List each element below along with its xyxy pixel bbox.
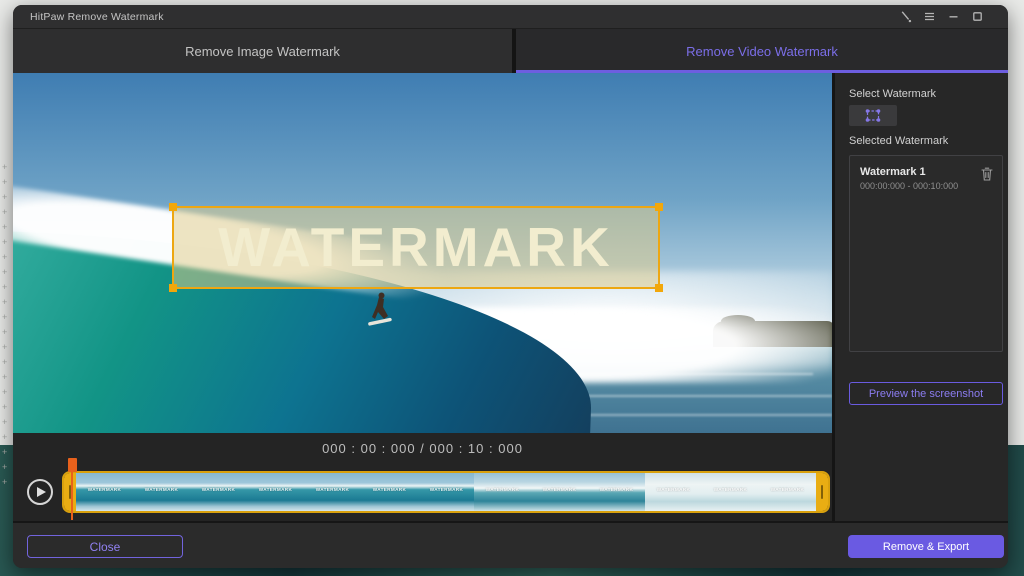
menu-icon[interactable] — [923, 10, 936, 23]
window-title: HitPaw Remove Watermark — [30, 11, 164, 23]
selected-watermark-list: Watermark 1 000:00:000 - 000:10:000 — [849, 155, 1003, 352]
watermark-item-name: Watermark 1 — [860, 166, 958, 178]
ruler-plus-mark: + — [2, 298, 7, 307]
resize-handle-top-left[interactable] — [169, 203, 177, 211]
filmstrip-thumbnail: WATERMARK — [588, 473, 645, 511]
ruler-plus-mark: + — [2, 178, 7, 187]
ruler-plus-mark: + — [2, 193, 7, 202]
window-controls — [899, 10, 984, 23]
filmstrip-thumbnail: WATERMARK — [133, 473, 190, 511]
resize-handle-bottom-right[interactable] — [655, 284, 663, 292]
tab-bar: Remove Image Watermark Remove Video Wate… — [13, 29, 1008, 73]
pen-icon[interactable] — [899, 10, 912, 23]
ruler-plus-mark: + — [2, 238, 7, 247]
filmstrip-thumbnail: WATERMARK — [645, 473, 702, 511]
timeline: WATERMARKWATERMARKWATERMARKWATERMARKWATE… — [13, 463, 832, 521]
timecode-text: 000 : 00 : 000 / 000 : 10 : 000 — [322, 441, 523, 456]
preview-screenshot-button[interactable]: Preview the screenshot — [849, 382, 1003, 405]
filmstrip[interactable]: WATERMARKWATERMARKWATERMARKWATERMARKWATE… — [62, 471, 830, 513]
maximize-icon[interactable] — [971, 10, 984, 23]
filmstrip-thumbnail: WATERMARK — [702, 473, 759, 511]
surfer-figure — [365, 291, 395, 337]
watermark-selection-box[interactable]: WATERMARK — [172, 206, 660, 289]
main-content: WATERMARK 000 : 00 : 000 / 000 : 10 : 00… — [13, 73, 1008, 521]
resize-handle-top-right[interactable] — [655, 203, 663, 211]
ruler-plus-mark: + — [2, 433, 7, 442]
ruler-plus-mark: + — [2, 253, 7, 262]
watermark-item-time-range: 000:00:000 - 000:10:000 — [860, 181, 958, 191]
app-window: HitPaw Remove Watermark Remove Image Wat… — [13, 5, 1008, 568]
filmstrip-thumbnail: WATERMARK — [531, 473, 588, 511]
ruler-plus-mark: + — [2, 388, 7, 397]
filmstrip-thumbnail: WATERMARK — [361, 473, 418, 511]
ruler-plus-mark: + — [2, 328, 7, 337]
ruler-plus-mark: + — [2, 358, 7, 367]
close-button[interactable]: Close — [27, 535, 183, 558]
watermark-item-info: Watermark 1 000:00:000 - 000:10:000 — [860, 166, 958, 191]
ruler-plus-mark: + — [2, 223, 7, 232]
play-button[interactable] — [27, 479, 53, 505]
ruler-plus-mark: + — [2, 268, 7, 277]
trash-icon — [980, 166, 994, 182]
ruler-plus-mark: + — [2, 418, 7, 427]
editor-column: WATERMARK 000 : 00 : 000 / 000 : 10 : 00… — [13, 73, 832, 521]
ruler-plus-mark: + — [2, 343, 7, 352]
filmstrip-thumbnail: WATERMARK — [190, 473, 247, 511]
video-preview-canvas[interactable]: WATERMARK — [13, 73, 832, 433]
play-icon — [37, 487, 46, 497]
tab-label: Remove Image Watermark — [185, 44, 340, 59]
ruler-plus-mark: + — [2, 283, 7, 292]
filmstrip-thumbnail: WATERMARK — [247, 473, 304, 511]
watermark-list-item[interactable]: Watermark 1 000:00:000 - 000:10:000 — [850, 156, 1002, 191]
ruler-plus-mark: + — [2, 373, 7, 382]
tab-remove-video-watermark[interactable]: Remove Video Watermark — [516, 29, 1008, 73]
side-panel: Select Watermark Selected Watermark Wate… — [835, 73, 1008, 521]
filmstrip-thumbnail: WATERMARK — [418, 473, 475, 511]
marquee-select-tool-button[interactable] — [849, 105, 897, 126]
playhead-handle[interactable] — [68, 458, 77, 472]
filmstrip-thumbnail: WATERMARK — [76, 473, 133, 511]
tab-remove-image-watermark[interactable]: Remove Image Watermark — [13, 29, 512, 73]
filmstrip-thumbnails: WATERMARKWATERMARKWATERMARKWATERMARKWATE… — [76, 473, 816, 511]
footer-bar: Close Remove & Export — [13, 521, 1008, 568]
remove-export-button[interactable]: Remove & Export — [848, 535, 1004, 558]
filmstrip-thumbnail: WATERMARK — [474, 473, 531, 511]
tab-label: Remove Video Watermark — [686, 44, 838, 59]
titlebar: HitPaw Remove Watermark — [13, 5, 1008, 29]
ruler-plus-mark: + — [2, 478, 7, 487]
delete-watermark-button[interactable] — [980, 166, 994, 182]
filmstrip-thumbnail: WATERMARK — [304, 473, 361, 511]
select-watermark-label: Select Watermark — [849, 88, 936, 100]
trim-handle-left[interactable] — [64, 473, 76, 511]
filmstrip-thumbnail: WATERMARK — [759, 473, 816, 511]
timecode-bar: 000 : 00 : 000 / 000 : 10 : 000 — [13, 433, 832, 463]
ruler-plus-mark: + — [2, 463, 7, 472]
minimize-icon[interactable] — [947, 10, 960, 23]
resize-handle-bottom-left[interactable] — [169, 284, 177, 292]
desktop-ruler-strip: + + + + + + + + + + + + + + + + + + + + + + — [0, 0, 12, 576]
selected-watermark-label: Selected Watermark — [849, 135, 948, 147]
ruler-plus-mark: + — [2, 163, 7, 172]
ruler-plus-mark: + — [2, 403, 7, 412]
ruler-plus-mark: + — [2, 448, 7, 457]
trim-handle-right[interactable] — [816, 473, 828, 511]
watermark-overlay-text: WATERMARK — [218, 220, 614, 275]
ruler-plus-mark: + — [2, 208, 7, 217]
marquee-select-icon — [864, 108, 882, 123]
ruler-plus-mark: + — [2, 313, 7, 322]
